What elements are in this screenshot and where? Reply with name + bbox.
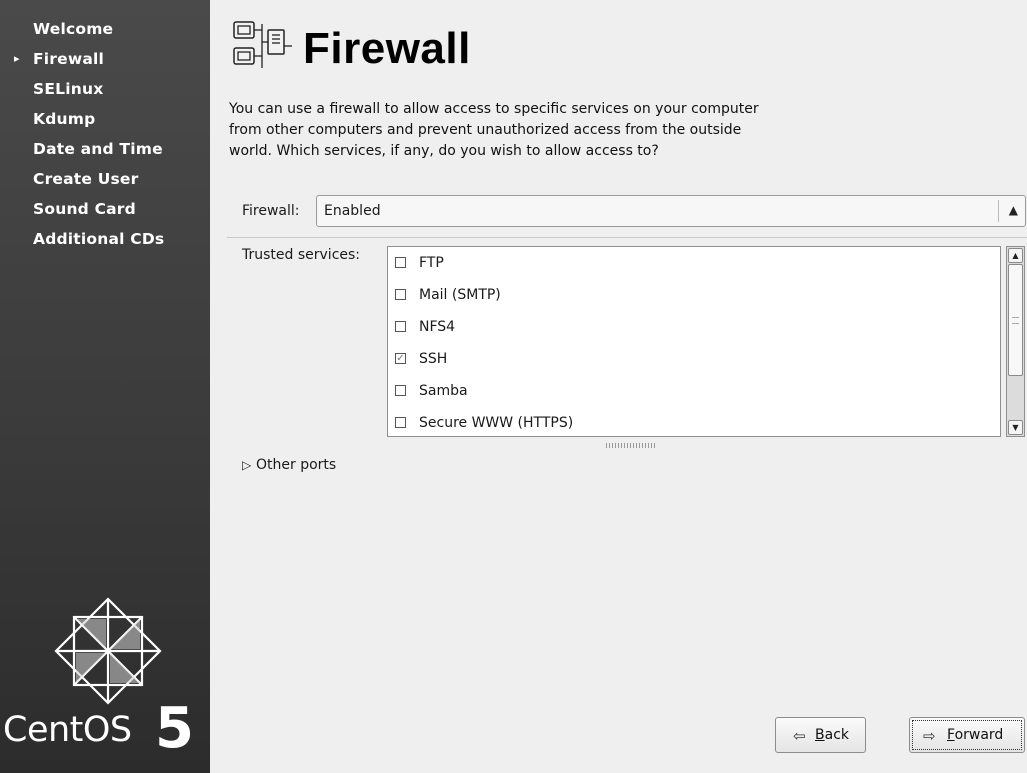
other-ports-expander[interactable]: ▷ Other ports (242, 457, 336, 473)
firewall-dropdown-value: Enabled (324, 203, 381, 219)
step-date-and-time: Date and Time (33, 140, 163, 158)
step-selinux: SELinux (33, 80, 104, 98)
services-scrollbar[interactable]: ▲ ▼ (1006, 246, 1025, 437)
service-item-secure-www-https[interactable]: Secure WWW (HTTPS) (388, 407, 1000, 436)
firewall-label: Firewall: (242, 203, 300, 219)
arrow-left-icon: ⇦ (793, 727, 806, 745)
scrollbar-thumb[interactable] (1008, 264, 1023, 376)
service-item-ssh[interactable]: ✓ SSH (388, 343, 1000, 375)
centos-logo-icon (54, 597, 162, 705)
step-list: Welcome ▸ Firewall SELinux Kdump Date and… (0, 14, 210, 254)
scroll-down-arrow-icon[interactable]: ▼ (1008, 420, 1023, 435)
centos-wordmark: CentOS 5 (3, 696, 194, 761)
step-additional-cds: Additional CDs (33, 230, 165, 248)
service-item-mail-smtp[interactable]: Mail (SMTP) (388, 279, 1000, 311)
forward-button[interactable]: ⇨ Forward (909, 717, 1025, 753)
trusted-services-list[interactable]: FTP Mail (SMTP) NFS4 ✓ SSH Samba Secure … (387, 246, 1001, 437)
pane-resize-handle[interactable] (606, 443, 656, 448)
firewall-dropdown[interactable]: Enabled ▲︎ (316, 195, 1026, 227)
back-button[interactable]: ⇦ Back (775, 717, 866, 753)
updown-chevron-icon: ▲︎ (1008, 203, 1018, 217)
divider (227, 237, 1027, 238)
step-sound-card: Sound Card (33, 200, 136, 218)
page-title: Firewall (303, 24, 471, 73)
current-step-arrow-icon: ▸ (14, 52, 20, 65)
checkbox-secure-www-https[interactable] (395, 417, 406, 428)
checkbox-ftp[interactable] (395, 257, 406, 268)
arrow-right-icon: ⇨ (923, 727, 936, 745)
checkbox-mail-smtp[interactable] (395, 289, 406, 300)
checkbox-samba[interactable] (395, 385, 406, 396)
expander-triangle-icon: ▷ (242, 458, 252, 472)
page-description: You can use a firewall to allow access t… (229, 101, 759, 159)
service-item-samba[interactable]: Samba (388, 375, 1000, 407)
service-item-nfs4[interactable]: NFS4 (388, 311, 1000, 343)
service-item-ftp[interactable]: FTP (388, 247, 1000, 279)
step-welcome: Welcome (33, 20, 114, 38)
checkbox-nfs4[interactable] (395, 321, 406, 332)
sidebar: Welcome ▸ Firewall SELinux Kdump Date and… (0, 0, 210, 773)
trusted-services-label: Trusted services: (242, 247, 361, 263)
scroll-up-arrow-icon[interactable]: ▲ (1008, 248, 1023, 263)
main-panel: Firewall You can use a firewall to allow… (211, 0, 1027, 773)
step-kdump: Kdump (33, 110, 96, 128)
checkbox-ssh[interactable]: ✓ (395, 353, 406, 364)
dropdown-separator (998, 200, 999, 222)
step-firewall: ▸ Firewall (0, 44, 210, 74)
step-create-user: Create User (33, 170, 139, 188)
network-firewall-icon (233, 21, 292, 68)
